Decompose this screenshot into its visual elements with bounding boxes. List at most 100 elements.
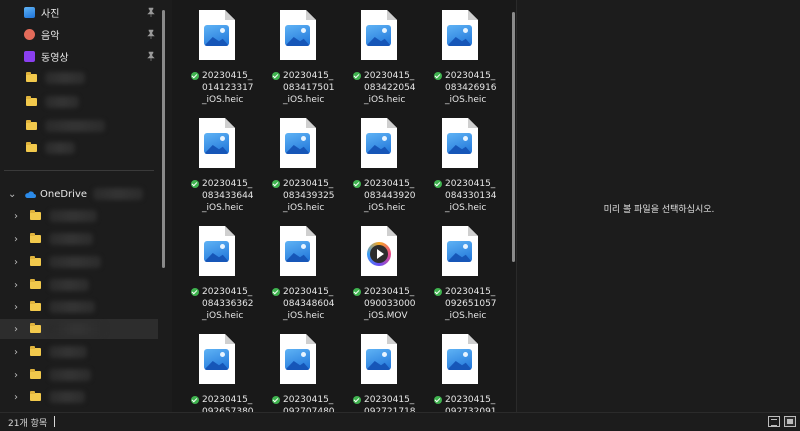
status-separator <box>54 416 55 427</box>
file-item[interactable]: 20230415_084330134_iOS.heic <box>420 110 500 214</box>
file-grid: 20230415_014123317_iOS.heic 20230415_0834… <box>172 0 516 412</box>
sync-status-check-icon <box>434 72 442 80</box>
photo-icon <box>204 349 229 370</box>
photo-icon <box>366 25 391 46</box>
page-fold <box>387 10 397 20</box>
file-item[interactable]: 20230415_083426916_iOS.heic <box>420 2 500 106</box>
file-item[interactable]: 20230415_090033000_iOS.MOV <box>339 218 419 322</box>
file-name: 20230415_090033000_iOS.MOV <box>364 287 416 321</box>
chevron-right-icon[interactable]: › <box>12 370 20 381</box>
sidebar-item-folder[interactable]: › <box>0 342 158 362</box>
photo-icon <box>447 133 472 154</box>
file-item[interactable]: 20230415_083417501_iOS.heic <box>258 2 338 106</box>
chevron-right-icon[interactable]: › <box>12 392 20 403</box>
page-fold <box>468 226 478 236</box>
sidebar-item-folder[interactable] <box>0 92 158 112</box>
details-view-button[interactable] <box>768 416 780 427</box>
sidebar-item-folder[interactable] <box>0 138 158 158</box>
file-name: 20230415_083417501_iOS.heic <box>283 71 335 105</box>
photo-icon <box>285 25 310 46</box>
chevron-right-icon[interactable]: › <box>12 211 20 222</box>
file-item[interactable]: 20230415_092657380_iOS.heic <box>177 326 257 412</box>
file-item[interactable]: 20230415_092707480_iOS.heic <box>258 326 338 412</box>
page-fold <box>225 226 235 236</box>
sync-status-check-icon <box>434 396 442 404</box>
folder-icon <box>30 391 41 401</box>
cloud-icon <box>25 191 36 198</box>
redacted-label <box>49 391 85 403</box>
file-item[interactable]: 20230415_014123317_iOS.heic <box>177 2 257 106</box>
sidebar-item-folder[interactable]: › <box>0 275 158 295</box>
pin-icon <box>147 29 155 39</box>
file-name: 20230415_083439325_iOS.heic <box>283 179 335 213</box>
file-item[interactable]: 20230415_084336362_iOS.heic <box>177 218 257 322</box>
chevron-right-icon[interactable]: › <box>12 302 20 313</box>
file-item[interactable]: 20230415_083422054_iOS.heic <box>339 2 419 106</box>
sidebar-item-folder[interactable] <box>0 116 158 136</box>
sync-status-check-icon <box>434 288 442 296</box>
redacted-label <box>49 279 89 291</box>
folder-icon <box>30 279 41 289</box>
chevron-down-icon[interactable]: ⌄ <box>8 189 16 200</box>
chevron-right-icon[interactable]: › <box>12 324 20 335</box>
file-name: 20230415_084336362_iOS.heic <box>202 287 254 321</box>
photo-icon <box>366 349 391 370</box>
sidebar-item-folder[interactable]: › <box>0 365 158 385</box>
chevron-right-icon[interactable]: › <box>12 280 20 291</box>
redacted-label <box>45 120 105 132</box>
sidebar-item-folder[interactable]: › <box>0 297 158 317</box>
page-fold <box>387 118 397 128</box>
sidebar-item-onedrive[interactable]: ⌄ OneDrive <box>0 184 158 204</box>
chevron-right-icon[interactable]: › <box>12 347 20 358</box>
file-name: 20230415_084330134_iOS.heic <box>445 179 497 213</box>
folder-icon <box>30 256 41 266</box>
sidebar-item-photos[interactable]: 사진 <box>0 2 158 22</box>
file-item[interactable]: 20230415_083443920_iOS.heic <box>339 110 419 214</box>
redacted-label <box>49 369 91 381</box>
sidebar-item-folder[interactable]: › <box>0 206 158 226</box>
page-fold <box>306 118 316 128</box>
photo-icon <box>204 133 229 154</box>
sync-status-check-icon <box>191 396 199 404</box>
sidebar-item-folder[interactable]: › <box>0 387 158 407</box>
sidebar-item-folder[interactable]: › <box>0 252 158 272</box>
chevron-right-icon[interactable]: › <box>12 257 20 268</box>
large-icons-view-button[interactable] <box>784 416 796 427</box>
page-fold <box>468 10 478 20</box>
redacted-label <box>93 188 144 200</box>
file-item[interactable]: 20230415_092721718_iOS.heic <box>339 326 419 412</box>
page-fold <box>225 10 235 20</box>
sync-status-check-icon <box>434 180 442 188</box>
sidebar-item-folder[interactable] <box>0 68 158 88</box>
sidebar-item-folder[interactable]: › <box>0 229 158 249</box>
photo-icon <box>447 241 472 262</box>
sidebar-item-music[interactable]: 음악 <box>0 24 158 44</box>
folder-icon <box>26 120 37 130</box>
file-grid-scrollbar[interactable] <box>512 12 515 262</box>
sidebar-item-folder-selected[interactable]: › <box>0 319 158 339</box>
sidebar-scrollbar[interactable] <box>162 10 165 268</box>
file-name: 20230415_084348604_iOS.heic <box>283 287 335 321</box>
file-item[interactable]: 20230415_092732091_iOS.heic <box>420 326 500 412</box>
navigation-pane: 사진 음악 동영상 ⌄ OneDrive › › › › › › › › › <box>0 0 172 412</box>
sidebar-item-videos[interactable]: 동영상 <box>0 46 158 66</box>
redacted-label <box>49 323 105 335</box>
file-item[interactable]: 20230415_083433644_iOS.heic <box>177 110 257 214</box>
file-item[interactable]: 20230415_083439325_iOS.heic <box>258 110 338 214</box>
chevron-right-icon[interactable]: › <box>12 234 20 245</box>
sync-status-check-icon <box>191 180 199 188</box>
file-name: 20230415_092657380_iOS.heic <box>202 395 254 412</box>
sync-status-check-icon <box>272 396 280 404</box>
item-count: 21개 항목 <box>8 419 48 429</box>
file-item[interactable]: 20230415_084348604_iOS.heic <box>258 218 338 322</box>
pin-icon <box>147 51 155 61</box>
redacted-label <box>45 96 79 108</box>
file-item[interactable]: 20230415_092651057_iOS.heic <box>420 218 500 322</box>
page-fold <box>468 334 478 344</box>
redacted-label <box>49 233 93 245</box>
redacted-label <box>49 210 97 222</box>
file-name: 20230415_092707480_iOS.heic <box>283 395 335 412</box>
page-fold <box>387 334 397 344</box>
file-name: 20230415_014123317_iOS.heic <box>202 71 254 105</box>
sync-status-check-icon <box>272 72 280 80</box>
